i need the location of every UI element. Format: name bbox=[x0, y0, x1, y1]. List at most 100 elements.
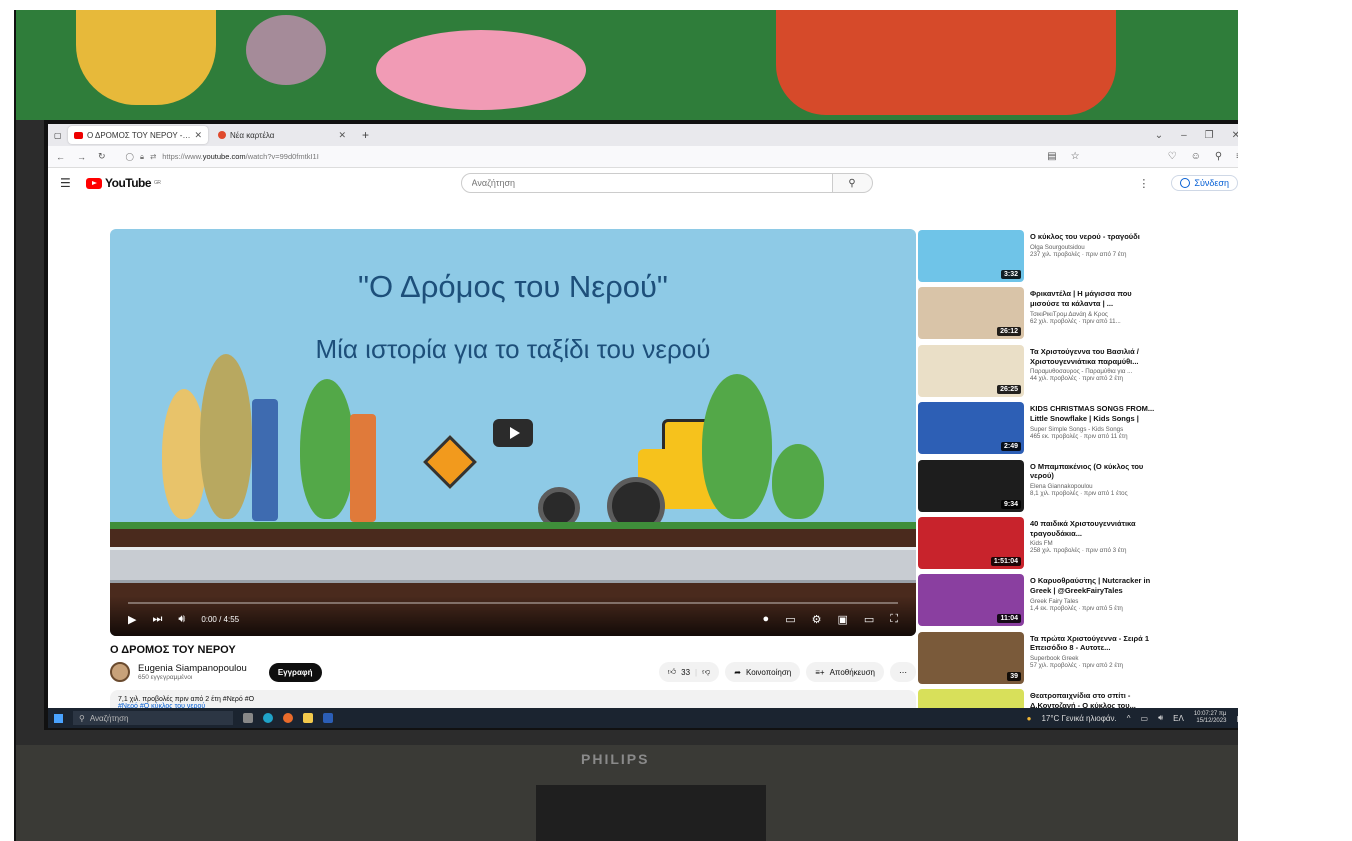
channel-name[interactable]: Eugenia Siampanopoulou bbox=[138, 663, 247, 674]
recommendation-title[interactable]: Φρικαντέλα | Η μάγισσα που μισούσε τα κά… bbox=[1030, 289, 1158, 309]
permissions-icon[interactable]: ⇄ bbox=[150, 152, 156, 161]
youtube-logo[interactable]: YouTube GR bbox=[86, 176, 161, 190]
big-play-button[interactable] bbox=[493, 419, 533, 447]
signin-button[interactable]: Σύνδεση bbox=[1171, 175, 1238, 191]
close-window-icon[interactable]: ✕ bbox=[1232, 130, 1238, 141]
firefox-icon[interactable] bbox=[283, 713, 293, 723]
reader-view-icon[interactable]: ▤ bbox=[1047, 151, 1056, 162]
recommendation-title[interactable]: Τα πρώτα Χριστούγεννα - Σειρά 1 Επεισόδι… bbox=[1030, 634, 1158, 654]
volume-icon[interactable]: 🔊︎ bbox=[1158, 713, 1163, 723]
restore-icon[interactable]: ❐ bbox=[1205, 130, 1214, 141]
reload-icon[interactable]: ↻ bbox=[98, 151, 106, 162]
video-player[interactable]: "Ο Δρόμος του Νερού" Μία ιστορία για το … bbox=[110, 229, 916, 636]
recommendation-channel[interactable]: ΤσικιΡικιΤρομ Δανάη & Κρος bbox=[1030, 311, 1158, 318]
settings-kebab-icon[interactable]: ⋮ bbox=[1138, 177, 1149, 190]
fullscreen-icon[interactable]: ⛶ bbox=[890, 613, 898, 626]
video-thumbnail[interactable]: 3:32 bbox=[918, 230, 1024, 282]
weather-text[interactable]: 17°C Γενικά ηλιοφάν. bbox=[1041, 714, 1116, 723]
channel-avatar[interactable] bbox=[110, 662, 130, 682]
taskbar-search[interactable]: ⚲ Αναζήτηση bbox=[73, 711, 233, 725]
recommendation-title[interactable]: 40 παιδικά Χριστουγεννιάτικα τραγουδάκια… bbox=[1030, 519, 1158, 539]
shield-icon[interactable]: ◯ bbox=[126, 152, 134, 161]
duration-badge: 11:04 bbox=[997, 614, 1021, 624]
recommendation-channel[interactable]: Kids FM bbox=[1030, 540, 1158, 547]
lock-icon[interactable]: 🔒︎ bbox=[140, 152, 144, 162]
water-pipe-illustration bbox=[110, 547, 916, 583]
forward-icon[interactable]: → bbox=[77, 152, 86, 162]
tab-overview-icon[interactable]: ▢ bbox=[54, 131, 68, 140]
recommendation-item[interactable]: 3:32 Ο κύκλος του νερού - τραγούδι Olga So… bbox=[918, 230, 1238, 287]
tab-new[interactable]: Νέα καρτέλα ✕ bbox=[212, 126, 352, 144]
subscribe-button[interactable]: Εγγραφή bbox=[268, 662, 322, 682]
clock[interactable]: 10:07:27 πμ 15/12/2023 bbox=[1194, 711, 1227, 725]
recommendation-title[interactable]: Τα Χριστούγεννα του Βασιλιά / Χριστουγεν… bbox=[1030, 347, 1158, 367]
recommendation-channel[interactable]: Elena Giannakopoulou bbox=[1030, 483, 1158, 490]
edge-icon[interactable] bbox=[263, 713, 273, 723]
volume-icon[interactable]: 🔊︎ bbox=[178, 613, 185, 626]
recommendation-channel[interactable]: Super Simple Songs - Kids Songs bbox=[1030, 426, 1158, 433]
recommendation-item[interactable]: 26:25 Τα Χριστούγεννα του Βασιλιά / Χριστ… bbox=[918, 344, 1238, 402]
recommendation-title[interactable]: Ο Καρυοθραύστης | Nutcracker in Greek | … bbox=[1030, 576, 1158, 596]
close-tab-icon[interactable]: ✕ bbox=[194, 130, 202, 141]
like-count[interactable]: 33 bbox=[681, 668, 690, 677]
bookmark-star-icon[interactable]: ☆ bbox=[1071, 151, 1080, 162]
menu-icon[interactable]: ≡ bbox=[1236, 151, 1238, 162]
close-tab-icon[interactable]: ✕ bbox=[338, 130, 346, 141]
word-document-icon[interactable] bbox=[323, 713, 333, 723]
recommendation-title[interactable]: KIDS CHRISTMAS SONGS FROM... Little Snow… bbox=[1030, 404, 1158, 424]
next-icon[interactable]: ⏭ bbox=[152, 613, 162, 626]
windows-taskbar: ⚲ Αναζήτηση ● 17°C Γενικά ηλιοφάν. ^ ▭ 🔊… bbox=[48, 708, 1238, 728]
new-tab-icon[interactable]: + bbox=[356, 128, 375, 142]
video-thumbnail[interactable]: 26:25 bbox=[918, 344, 1024, 397]
language-indicator[interactable]: ΕΛ bbox=[1173, 714, 1184, 723]
progress-bar[interactable] bbox=[128, 602, 898, 604]
recommendation-item[interactable]: 26:12 Φρικαντέλα | Η μάγισσα που μισούσε … bbox=[918, 287, 1238, 344]
subtitles-icon[interactable]: ▭ bbox=[785, 613, 795, 626]
recommendation-item[interactable]: 9:34 Ο Μπαμπακένιος (Ο κύκλος του νερού) E… bbox=[918, 459, 1238, 517]
settings-gear-icon[interactable]: ⚙ bbox=[812, 613, 822, 626]
pocket-icon[interactable]: ♡ bbox=[1168, 151, 1177, 162]
minimize-icon[interactable]: – bbox=[1181, 130, 1187, 141]
like-icon[interactable]: 👍︎ bbox=[668, 667, 676, 677]
save-button[interactable]: ≡+ Αποθήκευση bbox=[806, 662, 884, 682]
hamburger-menu-icon[interactable]: ☰ bbox=[60, 176, 86, 190]
theater-mode-icon[interactable]: ▭ bbox=[864, 613, 874, 626]
recommendation-channel[interactable]: Παραμυθοσαυρος - Παραμύθια για ... bbox=[1030, 368, 1158, 375]
windows-start-icon[interactable] bbox=[54, 713, 63, 723]
recommendation-item[interactable]: 39 Τα πρώτα Χριστούγεννα - Σειρά 1 Επεισό… bbox=[918, 631, 1238, 689]
tab-youtube[interactable]: Ο ΔΡΟΜΟΣ ΤΟΥ ΝΕΡΟΥ - YouTube ✕ bbox=[68, 126, 208, 144]
video-thumbnail[interactable]: 39 bbox=[918, 631, 1024, 684]
recommendation-channel[interactable]: Greek Fairy Tales bbox=[1030, 598, 1158, 605]
dislike-icon[interactable]: 👎︎ bbox=[702, 667, 710, 677]
recommendation-item[interactable]: 11:04 Ο Καρυοθραύστης | Nutcracker in Gre… bbox=[918, 574, 1238, 631]
notifications-icon[interactable]: ▤ bbox=[1236, 714, 1238, 723]
recommendation-title[interactable]: Ο κύκλος του νερού - τραγούδι bbox=[1030, 232, 1158, 242]
back-icon[interactable]: ← bbox=[56, 152, 65, 162]
video-thumbnail[interactable]: 26:12 bbox=[918, 287, 1024, 340]
autoplay-toggle-icon[interactable]: ● bbox=[763, 613, 770, 626]
recommendation-item[interactable]: 1:51:04 40 παιδικά Χριστουγεννιάτικα τραγ… bbox=[918, 516, 1238, 574]
account-icon[interactable]: ☺ bbox=[1191, 151, 1201, 162]
search-input[interactable] bbox=[460, 173, 833, 193]
video-thumbnail[interactable]: 9:34 bbox=[918, 459, 1024, 512]
tab-list-icon[interactable]: ⌄ bbox=[1155, 130, 1163, 141]
recommendation-channel[interactable]: Olga Sourgoutsidou bbox=[1030, 244, 1158, 251]
tray-expand-icon[interactable]: ^ bbox=[1127, 714, 1131, 723]
url-bar[interactable]: ◯ 🔒︎ ⇄ https://www.youtube.com/watch?v=9… bbox=[118, 149, 1036, 165]
task-view-icon[interactable] bbox=[243, 713, 253, 723]
player-controls-right: ● ▭ ⚙ ▣ ▭ ⛶ bbox=[763, 613, 898, 626]
network-icon[interactable]: ▭ bbox=[1141, 714, 1149, 723]
recommendation-channel[interactable]: Superbook Greek bbox=[1030, 655, 1158, 662]
file-explorer-icon[interactable] bbox=[303, 713, 313, 723]
miniplayer-icon[interactable]: ▣ bbox=[837, 613, 847, 626]
video-thumbnail[interactable]: 2:49 bbox=[918, 402, 1024, 455]
extensions-icon[interactable]: ⚲ bbox=[1215, 151, 1222, 162]
recommendation-item[interactable]: 2:49 KIDS CHRISTMAS SONGS FROM... Little … bbox=[918, 402, 1238, 459]
recommendation-title[interactable]: Ο Μπαμπακένιος (Ο κύκλος του νερού) bbox=[1030, 462, 1158, 482]
more-actions-button[interactable]: ⋯ bbox=[890, 662, 916, 682]
search-button[interactable]: ⚲ bbox=[832, 173, 873, 193]
video-thumbnail[interactable]: 11:04 bbox=[918, 574, 1024, 627]
video-thumbnail[interactable]: 1:51:04 bbox=[918, 516, 1024, 569]
play-icon[interactable]: ▶ bbox=[128, 613, 136, 626]
share-button[interactable]: ➦ Κοινοποίηση bbox=[725, 662, 801, 682]
